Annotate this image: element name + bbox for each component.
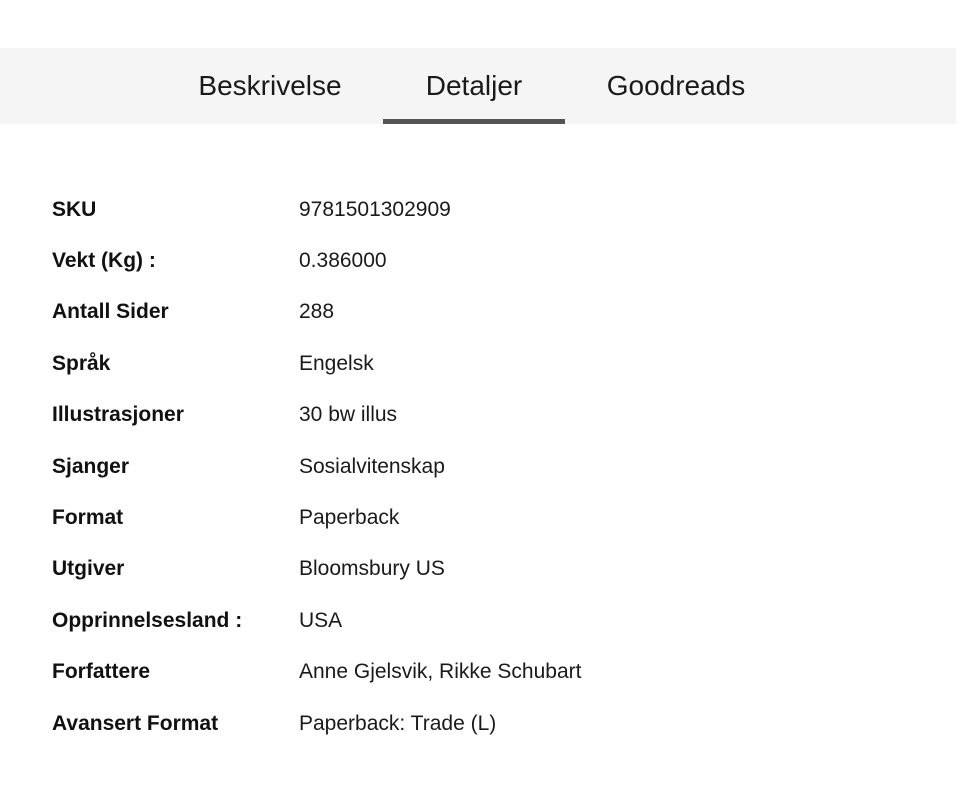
active-tab-indicator (383, 119, 565, 124)
detail-label: Forfattere (52, 660, 151, 684)
details-row-advanced-format: Avansert Format Paperback: Trade (L) (52, 698, 932, 749)
detail-label: Sjanger (52, 454, 130, 478)
details-row-authors: Forfattere Anne Gjelsvik, Rikke Schubart (52, 647, 932, 698)
tab-detaljer[interactable]: Detaljer (383, 48, 565, 124)
tab-bar: Beskrivelse Detaljer Goodreads (0, 48, 956, 124)
tab-label: Goodreads (606, 70, 746, 101)
detail-value: 30 bw illus (299, 403, 398, 427)
details-row-format: Format Paperback (52, 492, 932, 543)
details-row-language: Språk Engelsk (52, 338, 932, 389)
details-row-illustrations: Illustrasjoner 30 bw illus (52, 390, 932, 441)
tab-label: Beskrivelse (198, 70, 342, 101)
detail-value: Bloomsbury US (299, 557, 445, 581)
detail-label: Illustrasjoner (52, 403, 184, 427)
detail-value: 0.386000 (299, 249, 387, 273)
details-row-publisher: Utgiver Bloomsbury US (52, 544, 932, 595)
detail-value: Paperback: Trade (L) (299, 711, 497, 735)
detail-label: Opprinnelsesland : (52, 608, 243, 632)
detail-value: Anne Gjelsvik, Rikke Schubart (299, 660, 582, 684)
detail-value: Engelsk (299, 351, 374, 375)
detail-value: 288 (299, 300, 335, 324)
detail-label: Format (52, 506, 124, 530)
detail-label: SKU (52, 197, 97, 221)
details-row-pages: Antall Sider 288 (52, 287, 932, 338)
tab-beskrivelse[interactable]: Beskrivelse (178, 48, 362, 124)
tab-goodreads[interactable]: Goodreads (586, 48, 766, 124)
details-row-country: Opprinnelsesland : USA (52, 595, 932, 646)
detail-value: 9781501302909 (299, 197, 451, 221)
detail-value: Sosialvitenskap (299, 454, 445, 478)
tab-label: Detaljer (425, 70, 523, 101)
details-row-weight: Vekt (Kg) : 0.386000 (52, 235, 932, 286)
detail-value: USA (299, 608, 343, 632)
details-row-genre: Sjanger Sosialvitenskap (52, 441, 932, 492)
detail-label: Antall Sider (52, 300, 169, 324)
detail-label: Avansert Format (52, 711, 219, 735)
detail-label: Utgiver (52, 557, 125, 581)
details-row-sku: SKU 9781501302909 (52, 184, 932, 235)
detail-label: Språk (52, 351, 111, 375)
detail-label: Vekt (Kg) : (52, 249, 156, 273)
detail-value: Paperback (299, 506, 400, 530)
details-table: SKU 9781501302909 Vekt (Kg) : 0.386000 A… (52, 184, 932, 749)
